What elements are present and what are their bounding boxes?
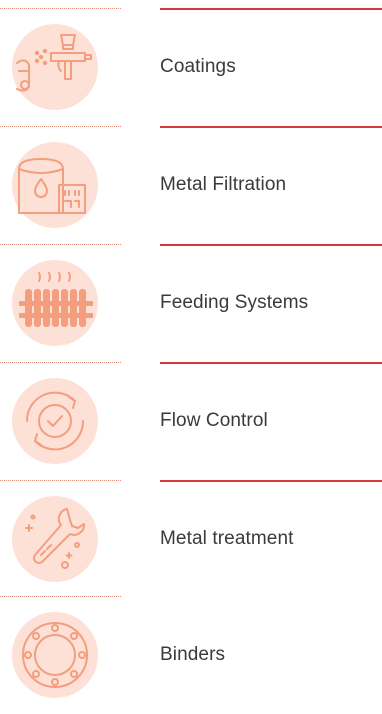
menu-item-label: Metal treatment [160, 528, 294, 549]
red-divider [160, 126, 382, 128]
dotted-divider [0, 362, 121, 363]
circular-check-icon [11, 377, 99, 465]
filtration-tank-icon [11, 141, 99, 229]
menu-item-label: Flow Control [160, 410, 268, 431]
red-divider [160, 362, 382, 364]
dotted-divider [0, 244, 121, 245]
menu-item-flow-control[interactable]: Flow Control [0, 362, 382, 480]
red-divider [160, 8, 382, 10]
menu-item-label: Feeding Systems [160, 292, 309, 313]
red-divider [160, 244, 382, 246]
menu-item-label: Metal Filtration [160, 174, 287, 195]
spray-gun-icon [11, 23, 99, 111]
dotted-divider [0, 596, 121, 597]
dotted-divider [0, 480, 121, 481]
radiator-heater-icon [11, 259, 99, 347]
menu-item-coatings[interactable]: Coatings [0, 8, 382, 126]
dotted-divider [0, 8, 121, 9]
menu-item-label: Coatings [160, 56, 236, 77]
menu-item-label: Binders [160, 644, 226, 665]
ring-circles-icon [11, 611, 99, 699]
menu-item-metal-treatment[interactable]: Metal treatment [0, 480, 382, 598]
menu-item-feeding-systems[interactable]: Feeding Systems [0, 244, 382, 362]
menu-item-binders[interactable]: Binders [0, 596, 382, 714]
menu-item-metal-filtration[interactable]: Metal Filtration [0, 126, 382, 244]
product-category-menu: Coatings Metal Filtration Feeding System… [0, 0, 382, 712]
wrench-tool-icon [11, 495, 99, 583]
dotted-divider [0, 126, 121, 127]
red-divider [160, 480, 382, 482]
